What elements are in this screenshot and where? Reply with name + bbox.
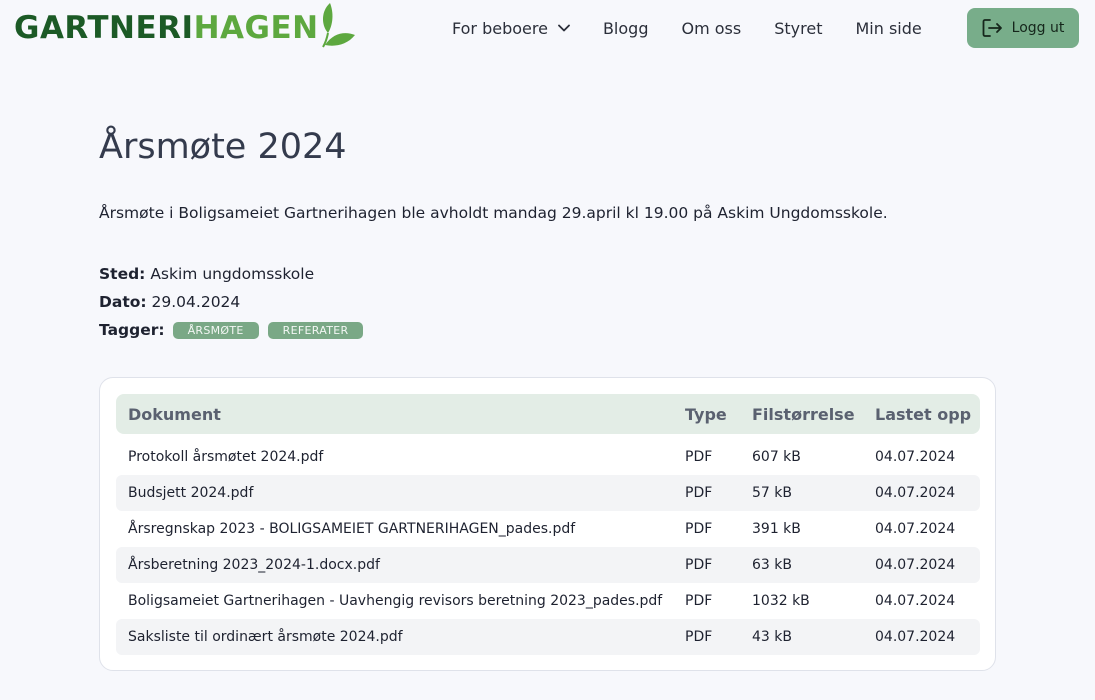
site-logo[interactable]: GARTNERIHAGEN [14,3,357,52]
tag-arsmote[interactable]: ÅRSMØTE [172,321,259,339]
document-size: 43 kB [752,629,792,645]
meta-date: Dato: 29.04.2024 [99,293,240,311]
meta-place: Sted: Askim ungdomsskole [99,265,314,283]
logo-text: GARTNERIHAGEN [14,9,319,46]
document-name[interactable]: Protokoll årsmøtet 2024.pdf [128,439,323,475]
logo-text-part1: GARTNERI [14,9,194,46]
document-uploaded: 04.07.2024 [875,557,956,573]
documents-table-header: Dokument Type Filstørrelse Lastet opp [116,394,980,434]
meta-tags-label: Tagger: [99,321,165,339]
table-row[interactable]: Årsregnskap 2023 - BOLIGSAMEIET GARTNERI… [116,511,980,547]
leaf-icon [321,3,355,48]
tag-referater[interactable]: REFERATER [267,321,364,339]
column-header-lastet-opp: Lastet opp [875,404,972,424]
meta-tags: Tagger: ÅRSMØTE REFERATER [99,321,364,339]
document-size: 607 kB [752,449,801,465]
document-type: PDF [685,449,713,465]
document-size: 1032 kB [752,593,810,609]
meta-date-label: Dato: [99,293,147,311]
nav-item-label: For beboere [452,18,548,38]
nav-item-label: Min side [855,18,922,38]
document-name[interactable]: Budsjett 2024.pdf [128,475,253,511]
chevron-down-icon [558,24,570,32]
table-row[interactable]: Boligsameiet Gartnerihagen - Uavhengig r… [116,583,980,619]
logout-button[interactable]: Logg ut [967,8,1079,48]
document-type: PDF [685,629,713,645]
document-name[interactable]: Årsregnskap 2023 - BOLIGSAMEIET GARTNERI… [128,511,575,547]
site-header: GARTNERIHAGEN For beboere Blogg Om oss S… [0,0,1095,56]
document-uploaded: 04.07.2024 [875,629,956,645]
intro-text: Årsmøte i Boligsameiet Gartnerihagen ble… [99,204,888,222]
document-type: PDF [685,593,713,609]
nav-item-for-beboere[interactable]: For beboere [452,19,570,38]
table-row[interactable]: Protokoll årsmøtet 2024.pdf PDF 607 kB 0… [116,439,980,475]
meta-date-value: 29.04.2024 [151,293,241,311]
document-name[interactable]: Boligsameiet Gartnerihagen - Uavhengig r… [128,583,662,619]
document-type: PDF [685,485,713,501]
nav-item-label: Om oss [681,18,742,38]
document-uploaded: 04.07.2024 [875,521,956,537]
document-uploaded: 04.07.2024 [875,449,956,465]
logout-label: Logg ut [1011,20,1065,36]
document-type: PDF [685,521,713,537]
document-size: 63 kB [752,557,792,573]
nav-item-min-side[interactable]: Min side [855,19,921,38]
column-header-dokument: Dokument [128,404,221,424]
logout-icon [982,19,1002,37]
column-header-type: Type [685,404,727,424]
table-row[interactable]: Saksliste til ordinært årsmøte 2024.pdf … [116,619,980,655]
nav-item-label: Styret [774,18,823,38]
nav-item-om-oss[interactable]: Om oss [681,19,741,38]
logo-text-part2: HAGEN [193,9,319,46]
document-size: 391 kB [752,521,801,537]
column-header-filstorrelse: Filstørrelse [752,404,855,424]
document-uploaded: 04.07.2024 [875,485,956,501]
table-row[interactable]: Årsberetning 2023_2024-1.docx.pdf PDF 63… [116,547,980,583]
document-size: 57 kB [752,485,792,501]
document-uploaded: 04.07.2024 [875,593,956,609]
document-name[interactable]: Saksliste til ordinært årsmøte 2024.pdf [128,619,403,655]
meta-place-label: Sted: [99,265,146,283]
documents-card: Dokument Type Filstørrelse Lastet opp Pr… [99,377,996,671]
main-nav: For beboere Blogg Om oss Styret Min side [452,16,922,40]
page-title: Årsmøte 2024 [99,127,347,167]
nav-item-blogg[interactable]: Blogg [603,19,649,38]
table-row[interactable]: Budsjett 2024.pdf PDF 57 kB 04.07.2024 [116,475,980,511]
nav-item-styret[interactable]: Styret [774,19,822,38]
document-name[interactable]: Årsberetning 2023_2024-1.docx.pdf [128,547,380,583]
meta-place-value: Askim ungdomsskole [150,265,315,283]
document-type: PDF [685,557,713,573]
nav-item-label: Blogg [602,18,649,38]
